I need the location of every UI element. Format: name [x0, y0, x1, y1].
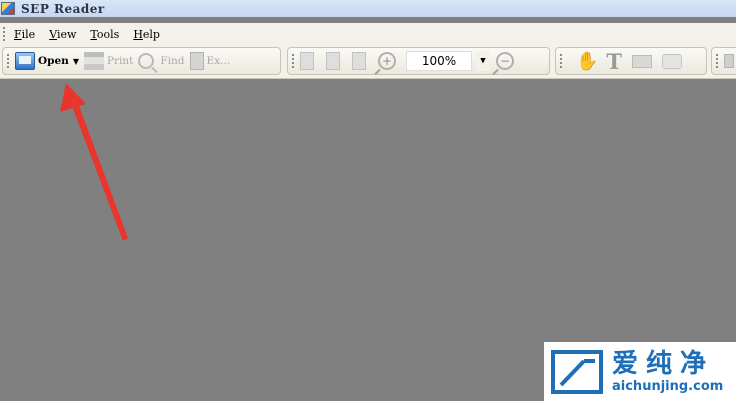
export-icon: [189, 52, 204, 70]
fit-page-icon[interactable]: [326, 52, 340, 70]
print-button-label: Print: [106, 55, 134, 67]
view-toolbar: + 100% ▼ −: [287, 47, 550, 75]
toolbar-grip[interactable]: [292, 54, 294, 68]
open-button-label: Open: [38, 55, 69, 67]
menu-tools-label: ools: [96, 27, 120, 41]
toolbar-grip[interactable]: [7, 54, 9, 68]
export-button-label: Ex...: [206, 55, 231, 67]
watermark: 爱纯净 aichunjing.com: [544, 342, 736, 401]
menu-tools[interactable]: Tools: [90, 28, 119, 41]
save-icon[interactable]: [724, 54, 734, 68]
menu-view-mnemonic: V: [49, 27, 57, 41]
watermark-logo-icon: [551, 349, 603, 394]
menu-file-mnemonic: F: [14, 27, 22, 41]
app-icon: [1, 2, 15, 15]
find-button-label: Find: [160, 55, 185, 67]
menu-grip[interactable]: [3, 27, 5, 41]
watermark-text: 爱纯净 aichunjing.com: [612, 349, 723, 395]
window-title: SEP Reader: [21, 1, 105, 16]
file-toolbar: Open ▼ Print Find Ex...: [2, 47, 281, 75]
zoom-out-icon[interactable]: −: [496, 52, 514, 70]
extra-toolbar: [711, 47, 736, 75]
menu-file[interactable]: File: [14, 28, 35, 41]
zoom-dropdown-icon[interactable]: ▼: [476, 51, 490, 71]
menu-view-label: iew: [56, 27, 77, 41]
export-button[interactable]: Ex...: [189, 50, 231, 72]
highlight-tool-icon[interactable]: [632, 54, 653, 68]
comment-tool-icon[interactable]: [662, 53, 683, 69]
menu-file-label: ile: [21, 27, 36, 41]
magnifier-icon: [138, 53, 155, 69]
open-folder-icon: [15, 52, 35, 70]
menu-help-label: elp: [142, 27, 160, 41]
find-button[interactable]: Find: [138, 50, 185, 72]
single-page-icon[interactable]: [300, 52, 314, 70]
fit-width-icon[interactable]: [352, 52, 366, 70]
zoom-input[interactable]: 100%: [406, 51, 472, 71]
print-button[interactable]: Print: [83, 50, 134, 72]
title-bar: SEP Reader: [0, 0, 736, 17]
watermark-name: 爱纯净: [612, 348, 715, 379]
menu-bar: File View Tools Help: [0, 23, 736, 45]
zoom-in-icon[interactable]: +: [378, 52, 396, 70]
toolbar-grip[interactable]: [560, 54, 562, 68]
text-tool-icon[interactable]: T: [606, 49, 622, 74]
open-button[interactable]: Open ▼: [15, 50, 79, 72]
tools-toolbar: ✋ T: [555, 47, 707, 75]
toolbar-row: Open ▼ Print Find Ex... + 100% ▼ − ✋ T: [0, 45, 736, 79]
menu-help-mnemonic: H: [133, 27, 143, 41]
chevron-down-icon[interactable]: ▼: [73, 56, 79, 66]
toolbar-grip[interactable]: [716, 54, 718, 68]
hand-tool-icon[interactable]: ✋: [576, 51, 598, 72]
menu-help[interactable]: Help: [133, 28, 160, 41]
printer-icon: [83, 52, 104, 70]
watermark-url: aichunjing.com: [612, 378, 724, 394]
menu-view[interactable]: View: [49, 28, 76, 41]
